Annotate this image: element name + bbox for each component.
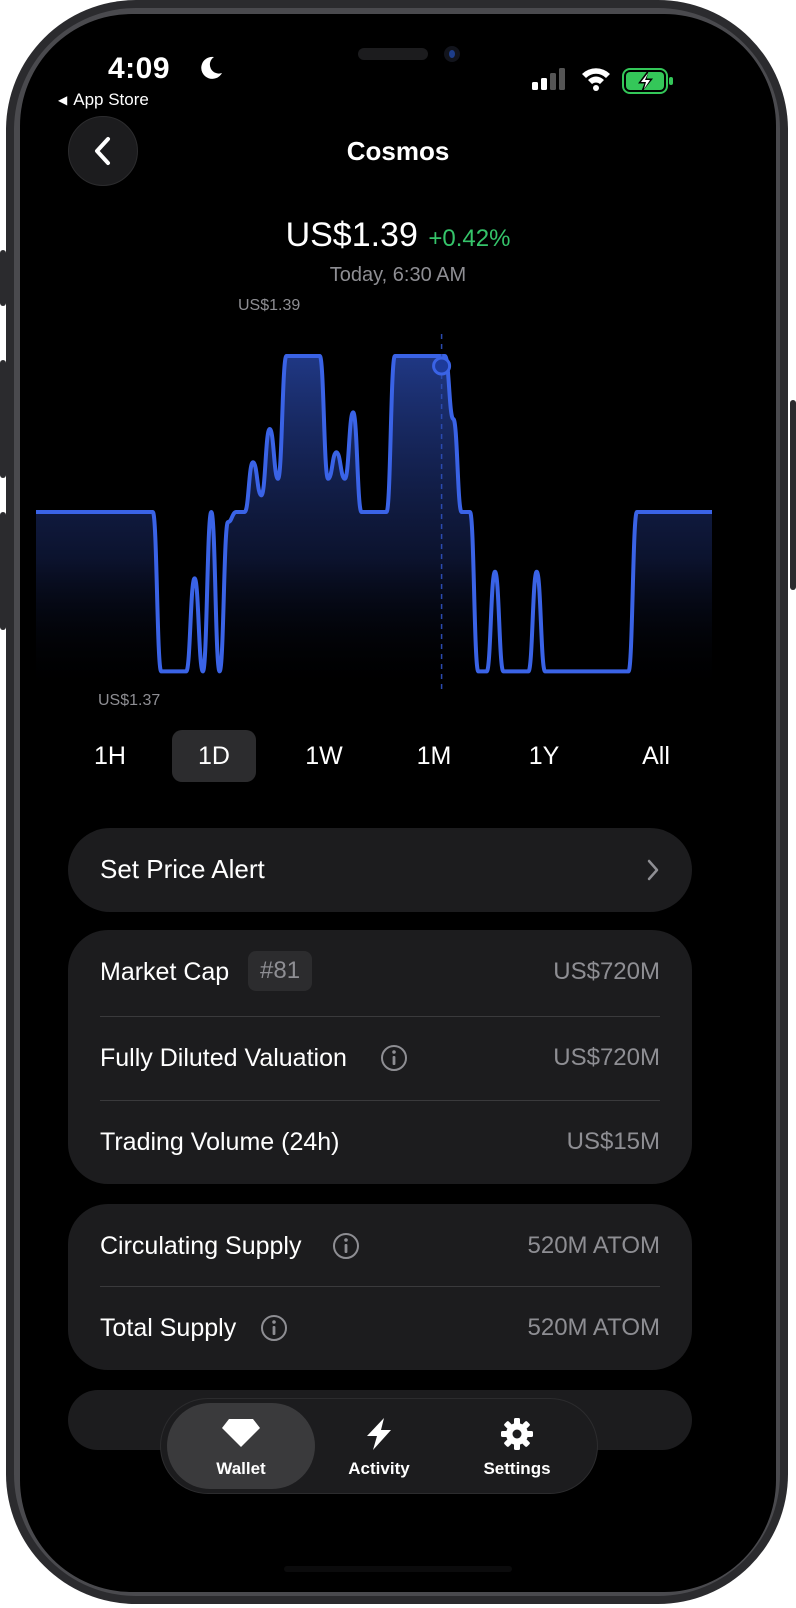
tab-activity[interactable]: Activity bbox=[305, 1403, 453, 1489]
screen: 4:09 ◀ App Store Cosmos US$1.39 +0.42% To… bbox=[20, 14, 776, 1592]
signal-icon bbox=[532, 68, 565, 90]
power-button bbox=[790, 400, 796, 590]
price-line: US$1.39 +0.42% bbox=[20, 216, 776, 255]
stat-label: Circulating Supply bbox=[100, 1232, 302, 1260]
dynamic-island bbox=[358, 48, 428, 60]
range-tab-1w[interactable]: 1W bbox=[282, 730, 366, 782]
rank-badge: #81 bbox=[248, 951, 313, 991]
camera-icon bbox=[444, 46, 460, 62]
moon-icon bbox=[201, 56, 222, 79]
wifi-icon bbox=[582, 68, 610, 91]
stat-row-circulating-supply: Circulating Supply 520M ATOM bbox=[100, 1204, 660, 1288]
volume-down-button bbox=[0, 512, 6, 630]
stat-row-fdv: Fully Diluted Valuation US$720M bbox=[100, 1016, 660, 1100]
stat-label: Total Supply bbox=[100, 1314, 237, 1342]
set-price-alert-label: Set Price Alert bbox=[100, 854, 265, 884]
market-stats-card: Market Cap #81 US$720M Fully Diluted Val… bbox=[68, 930, 692, 1184]
range-tab-all[interactable]: All bbox=[614, 730, 698, 782]
status-time: 4:09 bbox=[108, 52, 171, 85]
price-change: +0.42% bbox=[428, 225, 511, 252]
stat-label: Market Cap bbox=[100, 958, 230, 986]
stat-row-volume: Trading Volume (24h) US$15M bbox=[100, 1100, 660, 1184]
stat-row-total-supply: Total Supply 520M ATOM bbox=[100, 1286, 660, 1370]
action-button bbox=[0, 250, 6, 306]
stat-value: US$720M bbox=[553, 958, 660, 985]
stat-value: US$720M bbox=[553, 1044, 660, 1071]
supply-stats-card: Circulating Supply 520M ATOM Total Suppl… bbox=[68, 1204, 692, 1370]
set-price-alert-button[interactable]: Set Price Alert bbox=[68, 828, 692, 912]
stat-label: Fully Diluted Valuation bbox=[100, 1044, 347, 1072]
chart-high-label: US$1.39 bbox=[238, 297, 301, 314]
info-icon[interactable] bbox=[332, 1232, 360, 1260]
diamond-icon bbox=[222, 1419, 260, 1447]
chevron-right-icon bbox=[647, 859, 659, 881]
chart-area-fill bbox=[36, 356, 712, 694]
stat-label: Trading Volume (24h) bbox=[100, 1128, 340, 1156]
stat-value: US$15M bbox=[566, 1128, 660, 1155]
home-indicator bbox=[284, 1566, 512, 1572]
range-tab-1h[interactable]: 1H bbox=[68, 730, 152, 782]
price-timestamp: Today, 6:30 AM bbox=[329, 264, 467, 286]
price-value: US$1.39 bbox=[285, 216, 418, 254]
tab-wallet[interactable]: Wallet bbox=[167, 1403, 315, 1489]
back-triangle-icon: ◀ bbox=[58, 93, 68, 107]
chart-scrub-point[interactable] bbox=[432, 356, 452, 376]
back-app-label: App Store bbox=[73, 90, 149, 109]
price-chart[interactable] bbox=[36, 334, 712, 694]
stat-value: 520M ATOM bbox=[527, 1314, 661, 1341]
chart-low-label: US$1.37 bbox=[98, 692, 161, 709]
tab-bar: Wallet Activity Settings bbox=[160, 1398, 598, 1494]
tab-settings[interactable]: Settings bbox=[443, 1403, 591, 1489]
info-icon[interactable] bbox=[380, 1044, 408, 1072]
back-to-app-link[interactable]: ◀ App Store bbox=[58, 90, 149, 110]
gear-icon bbox=[501, 1418, 533, 1450]
info-icon[interactable] bbox=[260, 1314, 288, 1342]
range-tab-1d[interactable]: 1D bbox=[172, 730, 256, 782]
tab-label: Activity bbox=[348, 1459, 410, 1478]
tab-label: Settings bbox=[483, 1459, 551, 1478]
stat-row-market-cap: Market Cap #81 US$720M bbox=[100, 930, 660, 1014]
stat-value: 520M ATOM bbox=[527, 1232, 661, 1259]
tab-label: Wallet bbox=[216, 1459, 266, 1478]
volume-up-button bbox=[0, 360, 6, 478]
range-tabs: 1H 1D 1W 1M 1Y All bbox=[68, 730, 728, 784]
range-tab-1y[interactable]: 1Y bbox=[502, 730, 586, 782]
range-tab-1m[interactable]: 1M bbox=[392, 730, 476, 782]
bolt-icon bbox=[367, 1418, 391, 1450]
battery-charging-icon bbox=[622, 68, 673, 94]
page-title: Cosmos bbox=[346, 136, 450, 166]
